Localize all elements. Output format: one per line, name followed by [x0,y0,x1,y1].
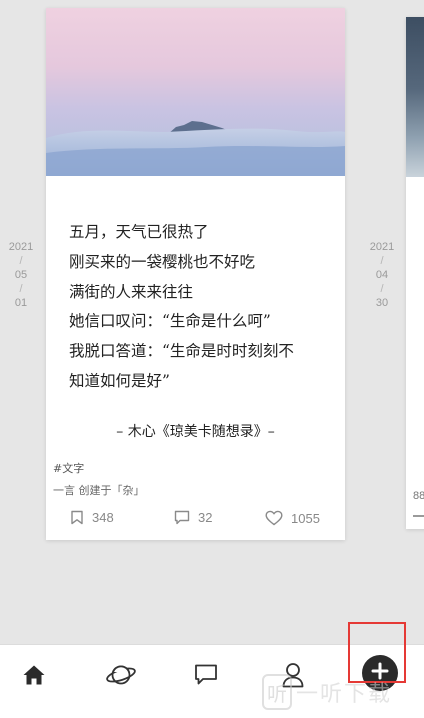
date-day: 30 [375,297,389,309]
planet-icon [105,661,137,693]
heart-icon [265,510,283,526]
next-card-count: 88 [413,490,424,502]
quote-line: 满街的人来来往往 [69,282,194,301]
watermark-text: 一听下载 [296,682,393,707]
card-date-current: 2021 / 05 / 01 [6,240,36,310]
quote-attribution: – 木心《琼美卡随想录》– [116,424,275,440]
nav-home-button[interactable] [14,657,54,697]
date-separator: / [380,255,384,267]
date-day: 01 [14,297,28,309]
chat-bubble-icon [194,663,218,691]
quote-line: 她信口叹问：“生命是什么呵” [69,312,271,331]
date-separator: / [19,283,23,295]
date-month: 04 [375,269,389,281]
date-year: 2021 [8,241,34,253]
bookmark-count: 348 [92,510,114,525]
date-year: 2021 [369,241,395,253]
bookmark-icon [70,510,84,525]
quote-line: 刚买来的一袋樱桃也不好吃 [69,252,256,271]
next-card-image [406,17,424,177]
source-meta: 一言 创建于「杂」 [53,484,145,497]
date-separator: / [380,283,384,295]
card-stats: 348 32 1055 [46,510,345,532]
quote-text: 五月，天气已很热了 刚买来的一袋樱桃也不好吃 满街的人来来往往 她信口叹问：“生… [69,218,329,397]
next-quote-card[interactable]: 88 [406,17,424,529]
card-cover-image [46,8,345,176]
date-separator: / [19,255,23,267]
date-month: 05 [14,269,28,281]
comment-icon [174,510,190,525]
bookmark-button[interactable]: 348 [70,510,114,525]
like-button[interactable]: 1055 [265,510,320,526]
nav-discover-button[interactable] [101,657,141,697]
watermark-logo: 听 [262,674,292,710]
quote-line: 我脱口答道：“生命是时时刻刻不 [69,342,294,361]
nav-messages-button[interactable] [186,657,226,697]
quote-line: 知道如何是好” [69,371,170,390]
daily-quote-card[interactable]: 五月，天气已很热了 刚买来的一袋樱桃也不好吃 满街的人来来往往 她信口叹问：“生… [46,8,345,540]
home-icon [22,664,46,690]
comment-button[interactable]: 32 [174,510,212,525]
quote-line: 五月，天气已很热了 [69,223,209,241]
next-card-divider [413,515,424,517]
comment-count: 32 [198,510,213,525]
like-count: 1055 [291,510,320,526]
card-date-next: 2021 / 04 / 30 [367,240,397,310]
category-tag[interactable]: #文字 [53,460,84,476]
site-watermark: 听 一听下载 [262,672,392,712]
